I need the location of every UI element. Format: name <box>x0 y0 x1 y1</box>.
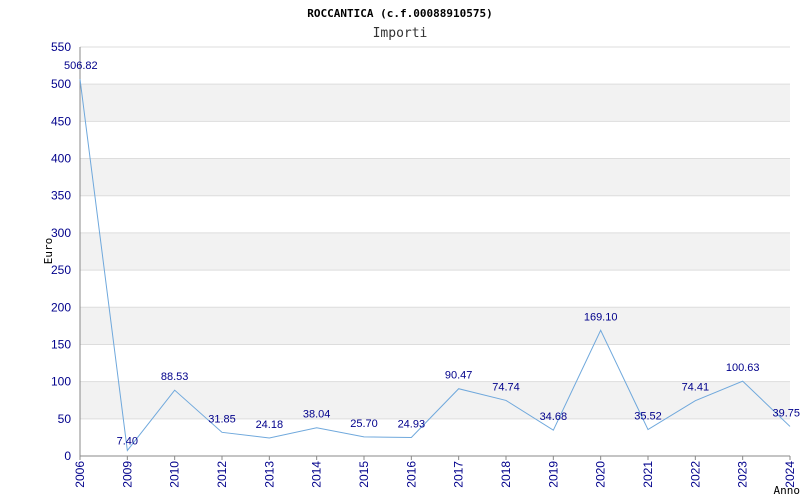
grid-bands <box>80 84 790 419</box>
x-tick-label: 2021 <box>641 461 655 488</box>
data-label: 24.93 <box>398 418 426 430</box>
data-label: 7.40 <box>117 435 138 447</box>
x-tick-label: 2014 <box>310 461 324 488</box>
grid-band <box>80 307 790 345</box>
data-label: 74.74 <box>492 381 520 393</box>
x-tick-label: 2012 <box>215 461 229 488</box>
data-label: 169.10 <box>584 311 618 323</box>
x-tick-label: 2013 <box>262 461 276 488</box>
data-label: 39.75 <box>772 407 800 419</box>
y-tick-label: 0 <box>64 449 71 463</box>
x-tick-labels: 2006 2009 2010 2012 2013 2014 2015 2016 2017 2018… <box>73 461 797 488</box>
grid-band <box>80 84 790 122</box>
data-label: 34.68 <box>540 411 568 423</box>
x-tick-label: 2016 <box>404 461 418 488</box>
data-label: 90.47 <box>445 370 473 382</box>
x-tick-label: 2015 <box>357 461 371 488</box>
data-label: 74.41 <box>682 382 710 394</box>
data-label: 24.18 <box>256 419 284 431</box>
chart-subtitle: Importi <box>373 26 428 41</box>
x-axis-label: Anno <box>774 484 800 497</box>
y-axis-label: Euro <box>42 238 55 265</box>
data-label: 506.82 <box>64 60 98 72</box>
y-tick-label: 50 <box>58 412 72 426</box>
x-tick-label: 2019 <box>546 461 560 488</box>
x-tick-label: 2020 <box>594 461 608 488</box>
data-label: 38.04 <box>303 409 331 421</box>
y-tick-label: 150 <box>51 337 71 351</box>
x-tick-label: 2010 <box>168 461 182 488</box>
y-tick-label: 350 <box>51 189 71 203</box>
data-label: 31.85 <box>208 413 236 425</box>
data-label: 35.52 <box>634 411 662 423</box>
y-tick-label: 450 <box>51 114 71 128</box>
x-tick-label: 2022 <box>688 461 702 488</box>
line-chart: 050100150200250300350400450500550 2006 20… <box>42 7 800 497</box>
y-tick-label: 500 <box>51 77 71 91</box>
y-tick-label: 400 <box>51 152 71 166</box>
data-label: 100.63 <box>726 362 760 374</box>
chart-title: ROCCANTICA (c.f.00088910575) <box>307 7 492 20</box>
x-tick-label: 2009 <box>120 461 134 488</box>
x-tick-label: 2023 <box>736 461 750 488</box>
x-tick-label: 2018 <box>499 461 513 488</box>
grid-band <box>80 232 790 271</box>
grid-band <box>80 158 790 196</box>
x-tick-label: 2017 <box>452 461 466 488</box>
data-label: 88.53 <box>161 371 189 383</box>
data-label: 25.70 <box>350 418 378 430</box>
y-tick-label: 100 <box>51 375 71 389</box>
y-tick-label: 550 <box>51 40 71 54</box>
y-tick-label: 200 <box>51 300 71 314</box>
x-tick-label: 2006 <box>73 461 87 488</box>
